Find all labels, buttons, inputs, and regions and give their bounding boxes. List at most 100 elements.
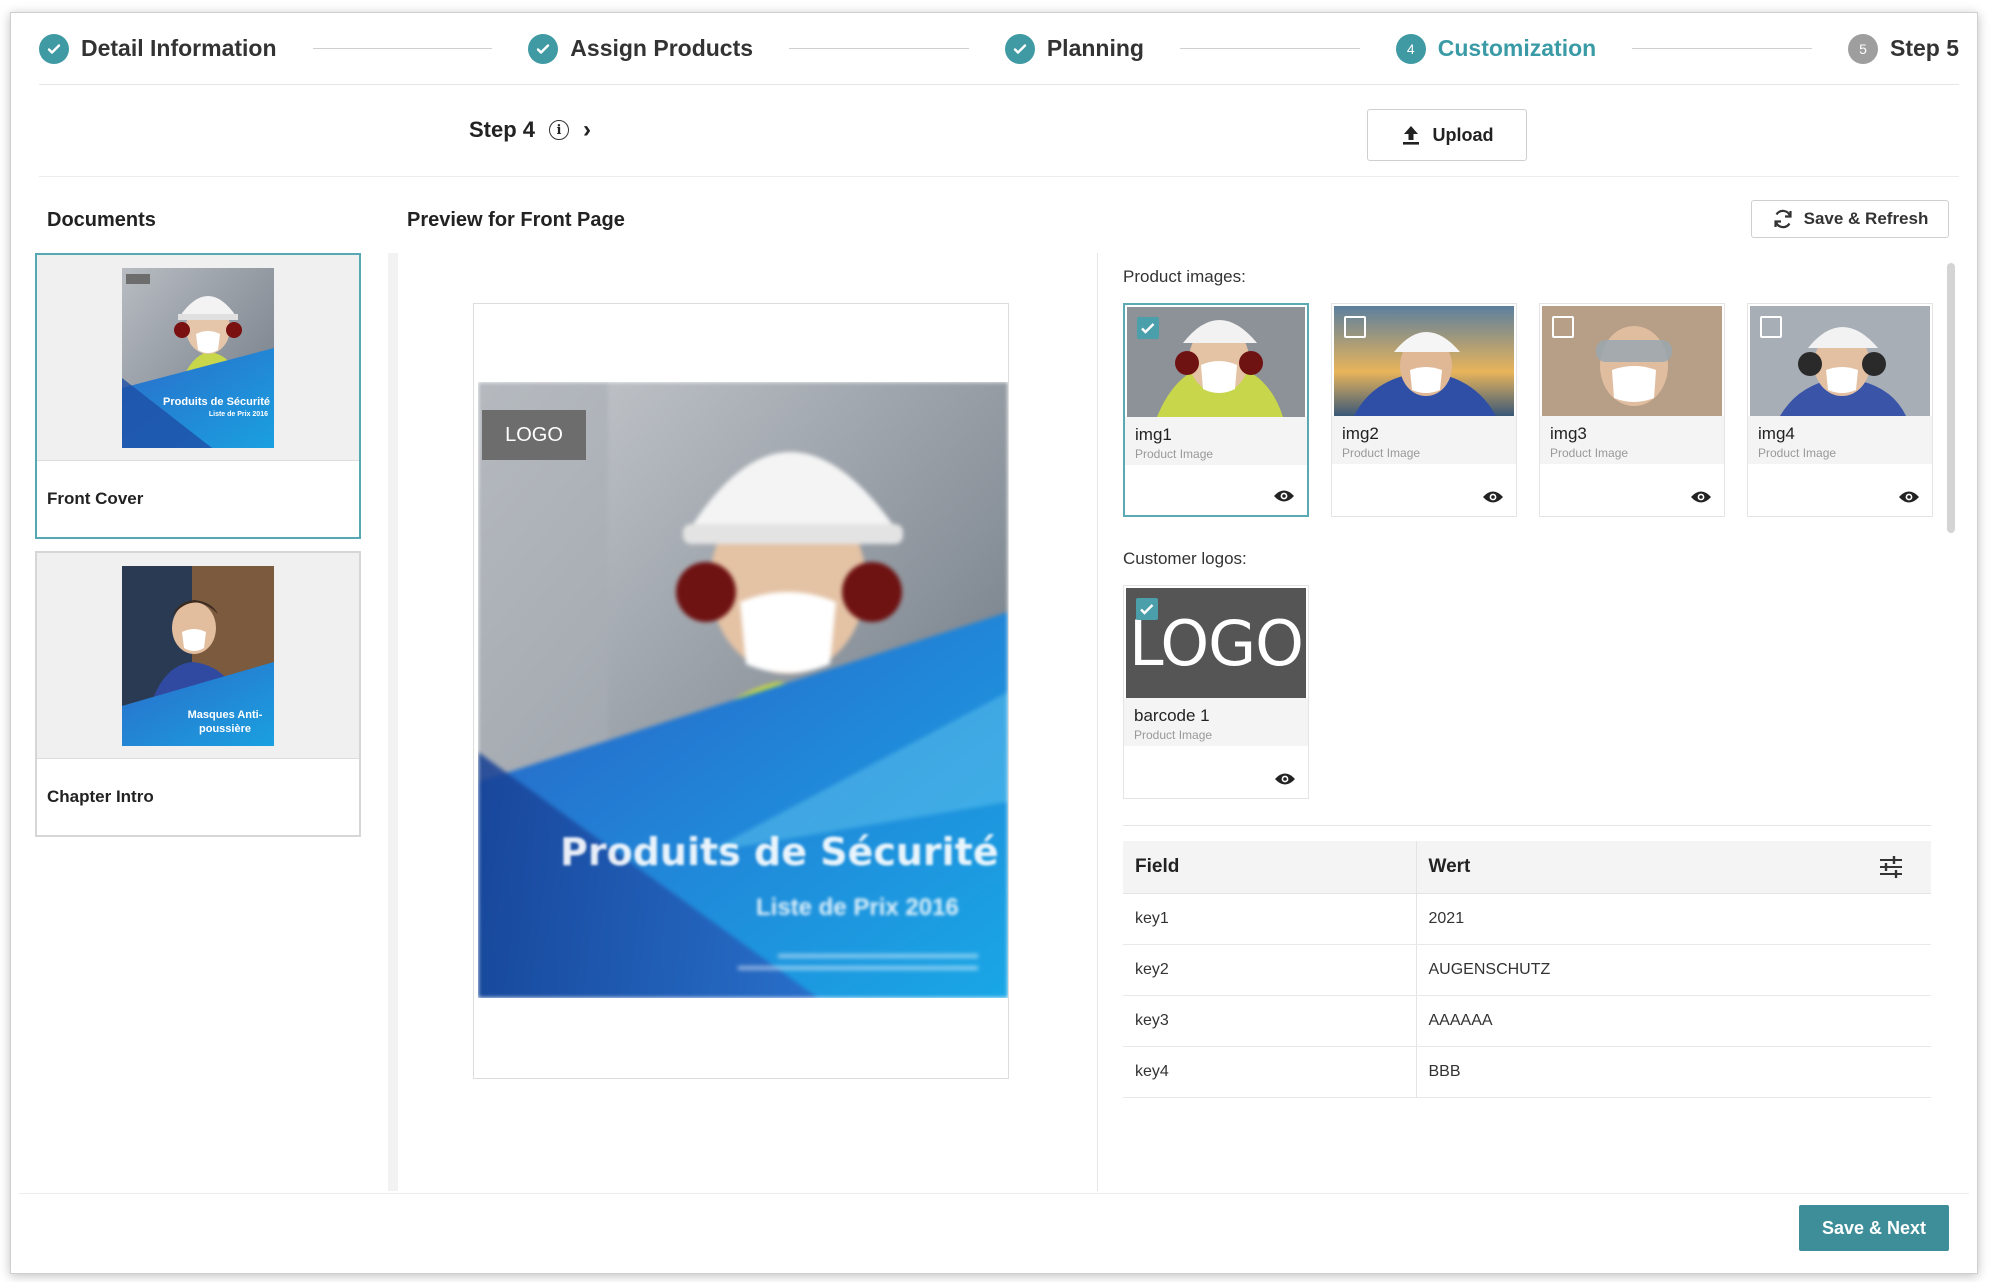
step-connector xyxy=(1632,48,1812,49)
app-window: Detail Information Assign Products Plann… xyxy=(10,12,1978,1274)
product-image-card[interactable]: img2 Product Image xyxy=(1331,303,1517,517)
front-cover-thumbnail: Produits de Sécurité Liste de Prix 2016 xyxy=(122,267,274,448)
product-image-card[interactable]: img4 Product Image xyxy=(1747,303,1933,517)
eye-icon[interactable] xyxy=(1690,490,1712,504)
image-name: img2 xyxy=(1342,424,1379,443)
preview-page: LOGO Produits de Sécurité Liste de Prix … xyxy=(473,303,1009,1079)
table-row[interactable]: key4 BBB xyxy=(1123,1046,1931,1098)
check-circle-icon xyxy=(528,33,559,64)
logo-name: barcode 1 xyxy=(1134,706,1210,725)
image-subtitle: Product Image xyxy=(1342,446,1421,460)
cover-title: Produits de Sécurité xyxy=(560,830,999,874)
image-name: img1 xyxy=(1135,425,1172,444)
image-meta: img2 Product Image xyxy=(1332,416,1516,464)
thumbnail-title: Produits de Sécurité xyxy=(163,395,270,408)
chapter-intro-thumbnail: Masques Anti-poussière xyxy=(122,565,274,746)
eye-icon[interactable] xyxy=(1482,490,1504,504)
table-row[interactable]: key3 AAAAAA xyxy=(1123,995,1931,1047)
right-panel-scrollbar[interactable] xyxy=(1947,263,1955,533)
document-card-front-cover[interactable]: Produits de Sécurité Liste de Prix 2016 … xyxy=(35,253,361,539)
filter-sliders-icon[interactable] xyxy=(1879,856,1903,878)
product-image-card[interactable]: img1 Product Image xyxy=(1123,303,1309,517)
step-connector xyxy=(789,48,969,49)
field-cell: key3 xyxy=(1123,995,1416,1047)
wizard-stepper: Detail Information Assign Products Plann… xyxy=(39,13,1959,85)
save-next-button[interactable]: Save & Next xyxy=(1799,1205,1949,1251)
field-cell: key1 xyxy=(1123,893,1416,945)
image-checkbox[interactable] xyxy=(1344,316,1366,338)
image-meta: img4 Product Image xyxy=(1748,416,1932,464)
step-planning[interactable]: Planning xyxy=(1004,33,1144,64)
product-image-card[interactable]: img3 Product Image xyxy=(1539,303,1725,517)
image-meta: img3 Product Image xyxy=(1540,416,1724,464)
sub-header: Step 4 i › Upload xyxy=(39,87,1959,177)
value-cell[interactable]: AAAAAA xyxy=(1415,995,1931,1047)
logo-checkbox[interactable] xyxy=(1136,598,1158,620)
document-label: Front Cover xyxy=(47,489,144,508)
info-icon[interactable]: i xyxy=(549,120,570,140)
customer-logo-card[interactable]: LOGO barcode 1 Product Image xyxy=(1123,585,1309,799)
step-title-group: Step 4 i › xyxy=(469,117,591,143)
product-images-label: Product images: xyxy=(1123,267,1246,286)
refresh-icon xyxy=(1774,209,1792,229)
panel-divider xyxy=(1097,253,1098,1191)
panel-divider xyxy=(388,253,398,1191)
value-cell[interactable]: AUGENSCHUTZ xyxy=(1415,944,1931,996)
document-thumbnail-area: Produits de Sécurité Liste de Prix 2016 xyxy=(37,255,359,461)
step-label: Detail Information xyxy=(81,35,277,61)
field-cell: key4 xyxy=(1123,1046,1416,1098)
cover-subtitle: Liste de Prix 2016 xyxy=(756,894,959,921)
upload-label: Upload xyxy=(1432,124,1494,145)
document-thumbnail-area: Masques Anti-poussière xyxy=(37,553,359,759)
footer-divider xyxy=(19,1193,1969,1194)
step-label: Customization xyxy=(1437,35,1597,61)
image-checkbox[interactable] xyxy=(1760,316,1782,338)
step-detail-information[interactable]: Detail Information xyxy=(39,33,277,64)
step-label: Assign Products xyxy=(570,35,754,61)
image-subtitle: Product Image xyxy=(1550,446,1629,460)
image-subtitle: Product Image xyxy=(1758,446,1837,460)
customer-logos-label: Customer logos: xyxy=(1123,549,1247,568)
step-connector xyxy=(312,48,493,49)
value-cell[interactable]: 2021 xyxy=(1415,893,1931,945)
image-checkbox[interactable] xyxy=(1552,316,1574,338)
section-divider xyxy=(1123,825,1931,826)
image-subtitle: Product Image xyxy=(1135,447,1214,461)
check-circle-icon xyxy=(1004,33,1035,64)
step-5[interactable]: 5 Step 5 xyxy=(1847,33,1959,64)
save-refresh-button[interactable]: Save & Refresh xyxy=(1751,200,1949,238)
thumbnail-title: Masques Anti-poussière xyxy=(187,708,263,735)
image-name: img3 xyxy=(1550,424,1587,443)
document-card-chapter-intro[interactable]: Masques Anti-poussière Chapter Intro xyxy=(35,551,361,837)
table-row[interactable]: key2 AUGENSCHUTZ xyxy=(1123,944,1931,996)
image-checkbox[interactable] xyxy=(1137,317,1159,339)
step-assign-products[interactable]: Assign Products xyxy=(528,33,754,64)
step-customization[interactable]: 4 Customization xyxy=(1395,33,1597,64)
logo-meta: barcode 1 Product Image xyxy=(1124,698,1308,746)
step-connector xyxy=(1179,48,1360,49)
column-header-wert: Wert xyxy=(1415,841,1931,894)
step-title: Step 4 xyxy=(469,117,536,142)
table-row[interactable]: key1 2021 xyxy=(1123,893,1931,945)
eye-icon[interactable] xyxy=(1274,772,1296,786)
step-number-badge: 5 xyxy=(1847,33,1878,64)
column-header-field: Field xyxy=(1123,841,1416,894)
check-circle-icon xyxy=(39,33,69,64)
cover-image: LOGO Produits de Sécurité Liste de Prix … xyxy=(478,382,1008,998)
preview-header: Preview for Front Page xyxy=(407,209,625,231)
step-label: Planning xyxy=(1046,35,1144,61)
value-cell[interactable]: BBB xyxy=(1415,1046,1931,1098)
fields-table: Field Wert key1 2021 key2 AUGENSCHUTZ ke… xyxy=(1123,841,1931,1098)
field-cell: key2 xyxy=(1123,944,1416,996)
chevron-right-icon[interactable]: › xyxy=(583,118,591,142)
save-refresh-label: Save & Refresh xyxy=(1803,209,1929,228)
logo-subtitle: Product Image xyxy=(1134,728,1213,742)
upload-button[interactable]: Upload xyxy=(1367,109,1527,161)
upload-icon xyxy=(1402,126,1419,145)
column-header-label: Wert xyxy=(1428,855,1471,877)
logo-placeholder: LOGO xyxy=(482,410,586,460)
image-name: img4 xyxy=(1758,424,1795,443)
eye-icon[interactable] xyxy=(1273,489,1295,503)
eye-icon[interactable] xyxy=(1898,490,1920,504)
step-number-badge: 4 xyxy=(1395,33,1426,64)
